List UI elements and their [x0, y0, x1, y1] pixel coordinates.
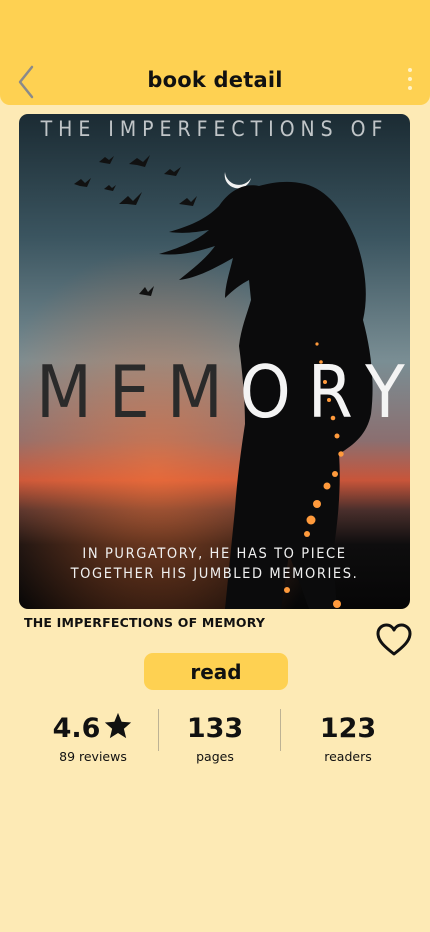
book-cover[interactable]: THE IMPERFECTIONS OF MEMORY IN PURGATORY…	[19, 114, 410, 609]
cover-title: MEMORY	[19, 350, 410, 434]
cover-title-light: ORY	[239, 350, 410, 434]
readers-label: readers	[324, 749, 372, 764]
more-options-icon[interactable]	[400, 66, 420, 96]
readers-value: 123	[319, 713, 377, 744]
page-title: book detail	[147, 68, 283, 92]
pages-value: 133	[186, 713, 244, 744]
readers-stat: 123 readers	[288, 708, 408, 764]
pages-label: pages	[196, 749, 234, 764]
cover-tagline-line1: IN PURGATORY, HE HAS TO PIECE	[82, 546, 347, 562]
cover-tagline-line2: TOGETHER HIS JUMBLED MEMORIES.	[70, 566, 359, 582]
cover-tagline: IN PURGATORY, HE HAS TO PIECE TOGETHER H…	[19, 544, 410, 584]
reviews-count: 89 reviews	[59, 749, 127, 764]
heart-icon[interactable]	[375, 622, 413, 658]
rating-stat: 4.6 89 reviews	[33, 708, 153, 764]
cover-top-text: THE IMPERFECTIONS OF	[40, 117, 389, 141]
cover-title-dark: MEM	[36, 350, 240, 434]
app-header: book detail	[0, 0, 430, 105]
read-button[interactable]: read	[144, 653, 288, 690]
star-icon	[105, 712, 132, 739]
stat-divider	[280, 709, 281, 751]
book-title: THE IMPERFECTIONS OF MEMORY	[24, 615, 266, 630]
pages-stat: 133 pages	[155, 708, 275, 764]
rating-value: 4.6	[52, 713, 101, 744]
